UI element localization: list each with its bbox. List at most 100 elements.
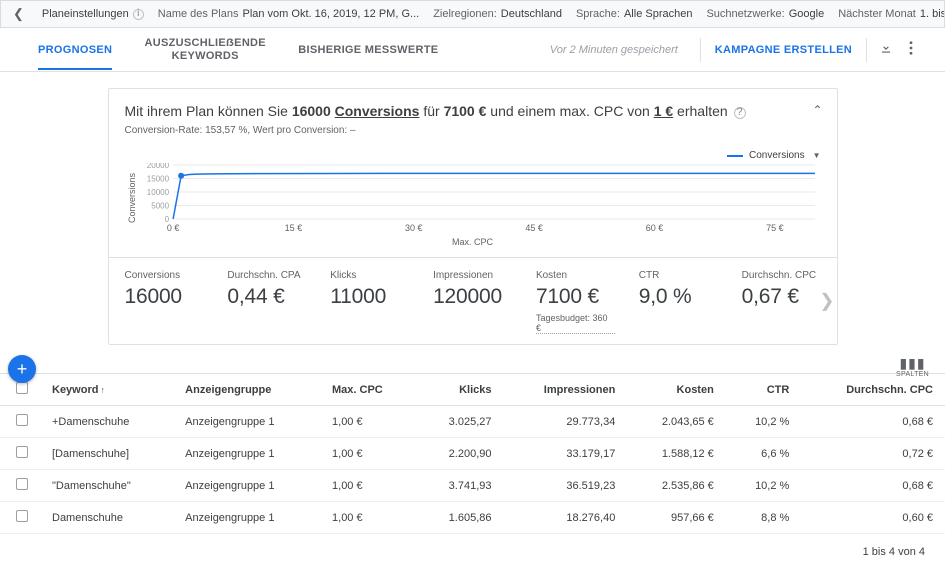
- back-icon[interactable]: ❮: [9, 6, 28, 22]
- save-status: Vor 2 Minuten gespeichert: [550, 44, 678, 56]
- svg-text:15 €: 15 €: [284, 223, 302, 233]
- plan-settings-label[interactable]: Planeinstellungen: [42, 8, 129, 20]
- svg-text:5000: 5000: [151, 202, 169, 211]
- forecast-subline: Conversion-Rate: 153,57 %, Wert pro Conv…: [125, 125, 821, 136]
- cell-clicks: 1.605,86: [417, 502, 504, 534]
- regions-value[interactable]: Deutschland: [501, 8, 562, 20]
- cell-keyword: [Damenschuhe]: [40, 438, 173, 470]
- cell-avgcpc: 0,68 €: [801, 470, 945, 502]
- tab-historical-metrics[interactable]: BISHERIGE MESSWERTE: [284, 44, 452, 56]
- info-icon[interactable]: i: [133, 9, 144, 20]
- download-icon[interactable]: [871, 41, 901, 58]
- forecast-headline: Mit ihrem Plan können Sie 16000 Conversi…: [125, 103, 821, 119]
- row-checkbox[interactable]: [16, 478, 28, 490]
- cell-keyword: +Damenschuhe: [40, 406, 173, 438]
- language-value[interactable]: Alle Sprachen: [624, 8, 693, 20]
- col-cost[interactable]: Kosten: [627, 374, 726, 406]
- table-row[interactable]: Damenschuhe Anzeigengruppe 1 1,00 € 1.60…: [0, 502, 945, 534]
- cell-cost: 2.043,65 €: [627, 406, 726, 438]
- table-row[interactable]: +Damenschuhe Anzeigengruppe 1 1,00 € 3.0…: [0, 406, 945, 438]
- svg-text:15000: 15000: [146, 175, 169, 184]
- svg-text:30 €: 30 €: [405, 223, 423, 233]
- networks-value[interactable]: Google: [789, 8, 824, 20]
- chart-svg[interactable]: 05000100001500020000 0 €15 €30 €45 €60 €…: [139, 163, 821, 233]
- language-label: Sprache:: [576, 8, 620, 20]
- metric-conversions: 16000: [125, 285, 204, 309]
- svg-text:60 €: 60 €: [645, 223, 663, 233]
- table-row[interactable]: [Damenschuhe] Anzeigengruppe 1 1,00 € 2.…: [0, 438, 945, 470]
- date-range-picker[interactable]: Nächster Monat 1. bis 30. Nov 2019 ▼: [838, 8, 945, 20]
- metrics-scroll-right-icon[interactable]: ❯: [819, 291, 834, 312]
- col-ctr[interactable]: CTR: [726, 374, 802, 406]
- cell-ctr: 10,2 %: [726, 470, 802, 502]
- plan-name-label: Name des Plans: [158, 8, 239, 20]
- cell-clicks: 2.200,90: [417, 438, 504, 470]
- cell-impr: 29.773,34: [504, 406, 628, 438]
- svg-text:75 €: 75 €: [766, 223, 784, 233]
- cell-maxcpc: 1,00 €: [320, 406, 417, 438]
- cell-maxcpc: 1,00 €: [320, 438, 417, 470]
- cell-impr: 18.276,40: [504, 502, 628, 534]
- pagination-info: 1 bis 4 von 4: [0, 534, 945, 576]
- keywords-table: Keyword↑ Anzeigengruppe Max. CPC Klicks …: [0, 373, 945, 534]
- col-keyword[interactable]: Keyword↑: [40, 374, 173, 406]
- cell-maxcpc: 1,00 €: [320, 470, 417, 502]
- more-icon[interactable]: [901, 41, 921, 58]
- svg-text:20000: 20000: [146, 163, 169, 170]
- chart-legend[interactable]: Conversions ▼: [125, 150, 821, 163]
- regions-label: Zielregionen:: [433, 8, 497, 20]
- caret-down-icon: ▼: [813, 151, 821, 160]
- cell-cost: 1.588,12 €: [627, 438, 726, 470]
- cell-adgroup: Anzeigengruppe 1: [173, 470, 320, 502]
- create-campaign-button[interactable]: KAMPAGNE ERSTELLEN: [705, 44, 862, 56]
- columns-icon: ▮▮▮: [896, 359, 929, 371]
- table-row[interactable]: "Damenschuhe" Anzeigengruppe 1 1,00 € 3.…: [0, 470, 945, 502]
- cell-cost: 2.535,86 €: [627, 470, 726, 502]
- plan-name-value[interactable]: Plan vom Okt. 16, 2019, 12 PM, G...: [242, 8, 419, 20]
- cell-adgroup: Anzeigengruppe 1: [173, 406, 320, 438]
- cell-clicks: 3.741,93: [417, 470, 504, 502]
- col-adgroup[interactable]: Anzeigengruppe: [173, 374, 320, 406]
- col-maxcpc[interactable]: Max. CPC: [320, 374, 417, 406]
- svg-text:45 €: 45 €: [525, 223, 543, 233]
- tab-negative-keywords[interactable]: AUSZUSCHLIEẞENDE KEYWORDS: [126, 37, 284, 61]
- sort-asc-icon: ↑: [100, 385, 105, 395]
- chart: Conversions ▼ Conversions 05000100001500…: [109, 144, 837, 257]
- metric-cpa: 0,44 €: [227, 285, 306, 309]
- row-checkbox[interactable]: [16, 446, 28, 458]
- tab-forecasts[interactable]: PROGNOSEN: [24, 44, 126, 56]
- help-icon[interactable]: ?: [734, 107, 746, 119]
- cell-ctr: 8,8 %: [726, 502, 802, 534]
- svg-text:10000: 10000: [146, 188, 169, 197]
- cell-keyword: Damenschuhe: [40, 502, 173, 534]
- metrics-row: Conversions16000 Durchschn. CPA0,44 € Kl…: [109, 257, 837, 344]
- app-bar: ❮ Planeinstellungen i Name des PlansPlan…: [0, 0, 945, 28]
- cell-impr: 33.179,17: [504, 438, 628, 470]
- svg-text:0 €: 0 €: [166, 223, 179, 233]
- collapse-icon[interactable]: ⌃: [812, 103, 822, 117]
- legend-line-icon: [727, 155, 743, 157]
- select-all-checkbox[interactable]: [16, 382, 28, 394]
- cell-avgcpc: 0,68 €: [801, 406, 945, 438]
- networks-label: Suchnetzwerke:: [706, 8, 784, 20]
- row-checkbox[interactable]: [16, 510, 28, 522]
- col-impr[interactable]: Impressionen: [504, 374, 628, 406]
- daily-budget-note: Tagesbudget: 360 €: [536, 313, 615, 334]
- metric-clicks: 11000: [330, 285, 409, 309]
- metric-impressions: 120000: [433, 285, 512, 309]
- add-button[interactable]: +: [8, 355, 36, 383]
- col-clicks[interactable]: Klicks: [417, 374, 504, 406]
- cell-ctr: 6,6 %: [726, 438, 802, 470]
- cell-clicks: 3.025,27: [417, 406, 504, 438]
- cell-adgroup: Anzeigengruppe 1: [173, 502, 320, 534]
- metric-cpc: 0,67 €: [742, 285, 821, 309]
- col-avgcpc[interactable]: Durchschn. CPC: [801, 374, 945, 406]
- row-checkbox[interactable]: [16, 414, 28, 426]
- columns-button[interactable]: ▮▮▮ SPALTEN: [896, 359, 929, 378]
- cell-maxcpc: 1,00 €: [320, 502, 417, 534]
- tab-bar: PROGNOSEN AUSZUSCHLIEẞENDE KEYWORDS BISH…: [0, 28, 945, 72]
- cell-ctr: 10,2 %: [726, 406, 802, 438]
- metric-cost: 7100 €: [536, 285, 615, 309]
- chart-ylabel: Conversions: [125, 163, 139, 233]
- keywords-table-section: + ▮▮▮ SPALTEN Keyword↑ Anzeigengruppe Ma…: [0, 373, 945, 576]
